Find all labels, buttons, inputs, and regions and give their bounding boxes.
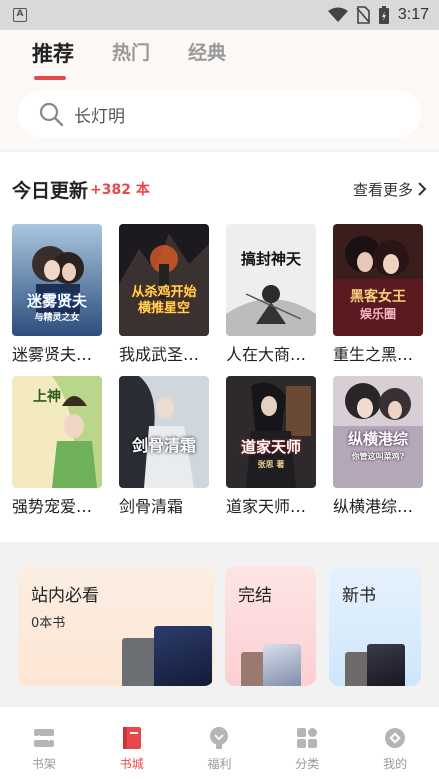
nav-category-label: 分类 [295,757,320,771]
gift-icon [210,727,229,749]
book-cover[interactable]: 道家天师 张思 著 [226,376,316,488]
nav-bookshelf-label: 书架 [31,757,56,771]
book-card[interactable]: 上神 强势宠爱… [12,376,102,518]
cover-title: 上神 [33,389,61,405]
nav-bookshelf[interactable]: 书架 [0,707,88,780]
bookshelf-icon [33,729,54,747]
daily-update-header: 今日更新 +382 本 查看更多 [12,174,427,204]
cover-subtitle: 横推星空 [137,301,190,316]
book-title: 道家天师… [226,497,307,516]
book-title: 重生之黑… [333,345,414,364]
tab-bar: 推荐 热门 经典 [32,38,226,80]
book-card[interactable]: 道家天师 张思 著 道家天师… [226,376,316,518]
finished-card[interactable]: 完结 [225,566,316,686]
cover-title: 道家天师 [240,438,301,456]
book-cover[interactable]: 剑骨清霜 [119,376,209,488]
cover-subtitle: 张思 著 [257,459,285,469]
app-notification-icon: A [13,8,27,22]
book-grid: 迷雾贤夫 与精灵之女 迷雾贤夫… 从杀鸡开始 横推星空 我成武圣… 搞封神天 人… [12,224,428,518]
mini-cover [263,644,301,686]
mini-cover [154,626,212,686]
status-indicators: 3:17 [327,0,429,30]
nav-welfare-label: 福利 [207,757,232,771]
daily-update-count: +382 本 [90,182,150,198]
must-read-title: 站内必看 [31,586,99,606]
cover-title: 纵横港综 [347,430,408,448]
book-title: 纵横港综… [333,497,414,516]
cover-subtitle: 娱乐圈 [359,307,396,321]
grid-icon [297,728,318,748]
cover-title: 黑客女王 [350,289,406,305]
wifi-icon [327,7,348,22]
nav-welfare[interactable]: 福利 [176,707,264,780]
cover-title: 搞封神天 [240,250,301,268]
book-cover[interactable]: 黑客女王 娱乐圈 [333,224,423,336]
nav-category[interactable]: 分类 [263,707,351,780]
category-cards: 站内必看 0本书 完结 新书 [18,566,421,686]
cover-title: 从杀鸡开始 [131,285,197,300]
cover-subtitle: 与精灵之女 [34,313,80,323]
book-cover[interactable]: 搞封神天 [226,224,316,336]
search-input[interactable]: 长灯明 [18,90,421,138]
book-title: 强势宠爱… [12,497,93,516]
mini-cover [367,644,405,686]
search-value: 长灯明 [74,106,125,127]
cover-title: 迷雾贤夫 [26,292,87,310]
status-bar: A 3:17 [0,0,439,30]
nav-bookstore[interactable]: 书城 [88,707,176,780]
book-card[interactable]: 迷雾贤夫 与精灵之女 迷雾贤夫… [12,224,102,366]
book-cover[interactable]: 迷雾贤夫 与精灵之女 [12,224,102,336]
nav-profile[interactable]: 我的 [351,707,439,780]
status-time: 3:17 [397,6,429,23]
new-books-card[interactable]: 新书 [329,566,421,686]
see-more-link[interactable]: 查看更多 [353,179,427,200]
book-card[interactable]: 从杀鸡开始 横推星空 我成武圣… [119,224,209,366]
mini-cover [122,638,158,686]
book-cover[interactable]: 纵横港综 你管这叫菜鸡? [333,376,423,488]
search-icon [39,102,64,127]
daily-update-section: 今日更新 +382 本 查看更多 迷雾贤夫 与精灵之女 迷雾贤夫… 从杀鸡开始 … [0,152,439,542]
cover-subtitle: 你管这叫菜鸡? [351,451,405,461]
battery-charging-icon [378,6,389,24]
tab-recommend[interactable]: 推荐 [32,38,74,80]
book-title: 剑骨清霜 [119,497,184,516]
finished-title: 完结 [238,586,272,606]
book-cover[interactable]: 上神 [12,376,102,488]
header: 推荐 热门 经典 长灯明 [0,30,439,150]
book-card[interactable]: 黑客女王 娱乐圈 重生之黑… [333,224,423,366]
daily-update-title: 今日更新 [12,179,89,202]
book-card[interactable]: 搞封神天 人在大商… [226,224,316,366]
see-more-label: 查看更多 [352,180,413,199]
no-sim-icon [356,6,370,24]
book-title: 我成武圣… [119,345,200,364]
must-read-count: 0本书 [31,616,66,631]
tab-hot[interactable]: 热门 [112,38,150,70]
book-cover[interactable]: 从杀鸡开始 横推星空 [119,224,209,336]
book-icon [122,727,141,749]
bottom-nav: 书架 书城 福利 分类 我的 [0,706,439,780]
new-books-title: 新书 [342,586,376,606]
book-title: 人在大商… [226,345,307,364]
book-card[interactable]: 剑骨清霜 剑骨清霜 [119,376,209,518]
tab-classic[interactable]: 经典 [188,38,226,70]
cover-title: 剑骨清霜 [131,436,196,455]
nav-bookstore-label: 书城 [119,757,144,771]
nav-profile-label: 我的 [383,757,408,771]
book-title: 迷雾贤夫… [12,345,93,364]
profile-icon [385,728,406,748]
chevron-right-icon [418,182,427,196]
must-read-card[interactable]: 站内必看 0本书 [18,566,214,686]
book-card[interactable]: 纵横港综 你管这叫菜鸡? 纵横港综… [333,376,423,518]
